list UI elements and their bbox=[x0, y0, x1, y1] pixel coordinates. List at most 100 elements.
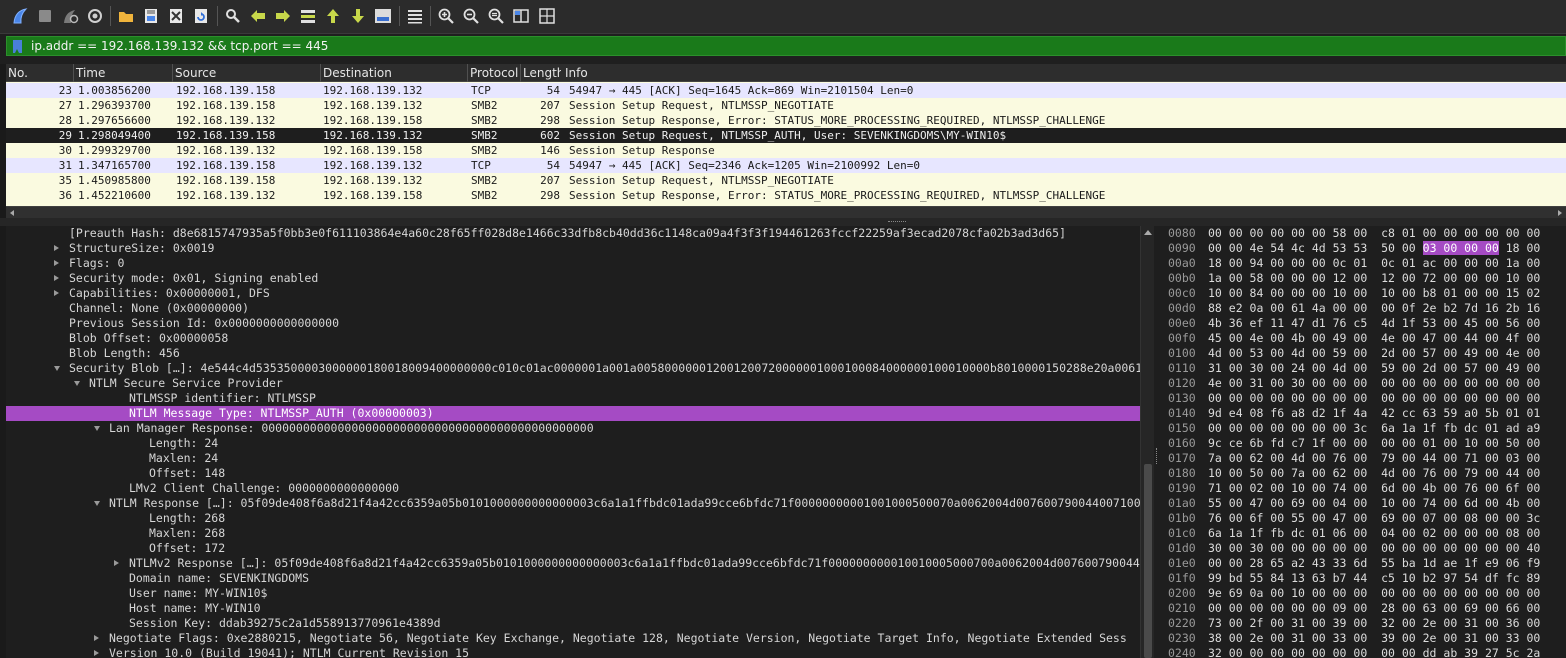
shark-fin-start-button[interactable] bbox=[10, 6, 30, 26]
detail-row[interactable]: NTLMSSP identifier: NTLMSSP bbox=[6, 391, 1140, 406]
details-vertical-scrollbar[interactable] bbox=[1140, 226, 1154, 658]
column-header-info[interactable]: Info bbox=[563, 64, 1553, 82]
expand-arrow-icon[interactable] bbox=[54, 260, 59, 266]
expand-subtrees-button[interactable] bbox=[537, 6, 557, 26]
detail-row[interactable]: Lan Manager Response: 000000000000000000… bbox=[6, 421, 1140, 436]
hex-row[interactable]: 00a0 18 00 94 00 00 00 0c 01 0c 01 ac 00 … bbox=[1160, 256, 1566, 271]
collapse-arrow-icon[interactable] bbox=[94, 501, 100, 506]
hex-row[interactable]: 0170 7a 00 62 00 4d 00 76 00 79 00 44 00 … bbox=[1160, 451, 1566, 466]
scroll-left-arrow-icon[interactable] bbox=[10, 210, 14, 216]
detail-row[interactable]: Security Blob […]: 4e544c4d5353500003000… bbox=[6, 361, 1140, 376]
expand-arrow-icon[interactable] bbox=[54, 245, 59, 251]
stop-capture-button[interactable] bbox=[35, 6, 55, 26]
zoom-normal-button[interactable] bbox=[486, 6, 506, 26]
go-back-button[interactable] bbox=[248, 6, 268, 26]
hex-row[interactable]: 0110 31 00 30 00 24 00 4d 00 59 00 2d 00 … bbox=[1160, 361, 1566, 376]
detail-row[interactable]: StructureSize: 0x0019 bbox=[6, 241, 1140, 256]
hex-row[interactable]: 01f0 99 bd 55 84 13 63 b7 44 c5 10 b2 97 … bbox=[1160, 571, 1566, 586]
capture-options-button[interactable] bbox=[85, 6, 105, 26]
detail-row[interactable]: NTLMv2 Response […]: 05f09de408f6a8d21f4… bbox=[6, 556, 1140, 571]
pane-splitter-horizontal[interactable] bbox=[0, 218, 1566, 226]
packet-list-horizontal-scrollbar[interactable] bbox=[6, 206, 1566, 218]
expand-arrow-icon[interactable] bbox=[94, 650, 99, 656]
go-first-packet-button[interactable] bbox=[323, 6, 343, 26]
detail-row[interactable]: User name: MY-WIN10$ bbox=[6, 586, 1140, 601]
packet-list[interactable]: No. Time Source Destination Protocol Len… bbox=[6, 64, 1566, 206]
detail-row[interactable]: Session Key: ddab39275c2a1d558913770961e… bbox=[6, 616, 1140, 631]
packet-row-23[interactable]: 23 1.003856200 192.168.139.158 192.168.139.… bbox=[6, 83, 1566, 98]
hex-row[interactable]: 01b0 76 00 6f 00 55 00 47 00 69 00 07 00 … bbox=[1160, 511, 1566, 526]
packet-row-31[interactable]: 31 1.347165700 192.168.139.158 192.168.139.… bbox=[6, 158, 1566, 173]
detail-row[interactable]: Offset: 148 bbox=[6, 466, 1140, 481]
packet-details-tree[interactable]: [Preauth Hash: d8e6815747935a5f0bb3e0f61… bbox=[6, 226, 1140, 658]
hex-row[interactable]: 0150 00 00 00 00 00 00 00 3c 6a 1a 1f fb … bbox=[1160, 421, 1566, 436]
column-header-protocol[interactable]: Protocol bbox=[468, 64, 521, 82]
display-filter-input[interactable]: ip.addr == 192.168.139.132 && tcp.port =… bbox=[31, 39, 328, 53]
hex-row[interactable]: 0090 00 00 4e 54 4c 4d 53 53 50 00 03 00 … bbox=[1160, 241, 1566, 256]
hex-row[interactable]: 0200 9e 69 0a 00 10 00 00 00 00 00 00 00 … bbox=[1160, 586, 1566, 601]
scrollbar-thumb[interactable] bbox=[1144, 464, 1152, 658]
packet-row-30[interactable]: 30 1.299329700 192.168.139.132 192.168.139.… bbox=[6, 143, 1566, 158]
resize-columns-button[interactable] bbox=[511, 6, 531, 26]
expand-arrow-icon[interactable] bbox=[54, 290, 59, 296]
collapse-arrow-icon[interactable] bbox=[54, 366, 60, 371]
packet-row-35[interactable]: 35 1.450985800 192.168.139.158 192.168.139.… bbox=[6, 173, 1566, 188]
hex-row[interactable]: 01d0 30 00 30 00 00 00 00 00 00 00 00 00 … bbox=[1160, 541, 1566, 556]
column-header-no[interactable]: No. bbox=[6, 64, 74, 82]
detail-row[interactable]: Previous Session Id: 0x0000000000000000 bbox=[6, 316, 1140, 331]
detail-row[interactable]: Security mode: 0x01, Signing enabled bbox=[6, 271, 1140, 286]
hex-row[interactable]: 00e0 4b 36 ef 11 47 d1 76 c5 4d 1f 53 00 … bbox=[1160, 316, 1566, 331]
column-header-length[interactable]: Length bbox=[521, 64, 561, 82]
scroll-right-arrow-icon[interactable] bbox=[1558, 210, 1562, 216]
scroll-up-arrow-icon[interactable] bbox=[1144, 230, 1152, 235]
hex-row[interactable]: 0140 9d e4 08 f6 a8 d2 1f 4a 42 cc 63 59 … bbox=[1160, 406, 1566, 421]
packet-row-28[interactable]: 28 1.297656600 192.168.139.132 192.168.139.… bbox=[6, 113, 1566, 128]
detail-row[interactable]: Host name: MY-WIN10 bbox=[6, 601, 1140, 616]
detail-row[interactable]: Length: 268 bbox=[6, 511, 1140, 526]
detail-row[interactable]: Negotiate Flags: 0xe2880215, Negotiate 5… bbox=[6, 631, 1140, 646]
auto-scroll-button[interactable] bbox=[373, 6, 393, 26]
display-filter-bar[interactable]: ip.addr == 192.168.139.132 && tcp.port =… bbox=[6, 36, 1566, 56]
hex-row[interactable]: 0210 00 00 00 00 00 00 09 00 28 00 63 00 … bbox=[1160, 601, 1566, 616]
detail-row[interactable]: Domain name: SEVENKINGDOMS bbox=[6, 571, 1140, 586]
save-file-button[interactable] bbox=[141, 6, 161, 26]
zoom-in-button[interactable] bbox=[436, 6, 456, 26]
hex-row[interactable]: 0080 00 00 00 00 00 00 58 00 c8 01 00 00 … bbox=[1160, 226, 1566, 241]
restart-capture-button[interactable] bbox=[60, 6, 80, 26]
detail-row[interactable]: Offset: 172 bbox=[6, 541, 1140, 556]
colorize-button[interactable] bbox=[405, 6, 425, 26]
hex-row[interactable]: 0160 9c ce 6b fd c7 1f 00 00 00 00 01 00 … bbox=[1160, 436, 1566, 451]
detail-row[interactable]: Blob Offset: 0x00000058 bbox=[6, 331, 1140, 346]
column-header-time[interactable]: Time bbox=[74, 64, 173, 82]
hex-row[interactable]: 00f0 45 00 4e 00 4b 00 49 00 4e 00 47 00 … bbox=[1160, 331, 1566, 346]
close-file-button[interactable] bbox=[166, 6, 186, 26]
detail-row[interactable]: Version 10.0 (Build 19041); NTLM Current… bbox=[6, 646, 1140, 658]
hex-row[interactable]: 00b0 1a 00 58 00 00 00 12 00 12 00 72 00 … bbox=[1160, 271, 1566, 286]
column-header-destination[interactable]: Destination bbox=[321, 64, 468, 82]
detail-row[interactable]: NTLM Secure Service Provider bbox=[6, 376, 1140, 391]
bookmark-icon[interactable] bbox=[13, 40, 22, 53]
detail-row[interactable]: NTLM Response […]: 05f09de408f6a8d21f4a4… bbox=[6, 496, 1140, 511]
detail-row[interactable]: NTLM Message Type: NTLMSSP_AUTH (0x00000… bbox=[6, 406, 1140, 421]
hex-row[interactable]: 0220 73 00 2f 00 31 00 39 00 32 00 2e 00 … bbox=[1160, 616, 1566, 631]
go-to-packet-button[interactable] bbox=[298, 6, 318, 26]
go-forward-button[interactable] bbox=[273, 6, 293, 26]
column-header-source[interactable]: Source bbox=[173, 64, 321, 82]
detail-row[interactable]: Blob Length: 456 bbox=[6, 346, 1140, 361]
detail-row[interactable]: Capabilities: 0x00000001, DFS bbox=[6, 286, 1140, 301]
hex-row[interactable]: 0100 4d 00 53 00 4d 00 59 00 2d 00 57 00 … bbox=[1160, 346, 1566, 361]
detail-row[interactable]: Length: 24 bbox=[6, 436, 1140, 451]
zoom-out-button[interactable] bbox=[461, 6, 481, 26]
hex-row[interactable]: 01c0 6a 1a 1f fb dc 01 06 00 04 00 02 00 … bbox=[1160, 526, 1566, 541]
collapse-arrow-icon[interactable] bbox=[74, 381, 80, 386]
expand-arrow-icon[interactable] bbox=[94, 635, 99, 641]
collapse-arrow-icon[interactable] bbox=[94, 426, 100, 431]
find-packet-button[interactable] bbox=[223, 6, 243, 26]
open-file-button[interactable] bbox=[116, 6, 136, 26]
hex-row[interactable]: 0240 32 00 00 00 00 00 00 00 00 00 dd ab … bbox=[1160, 646, 1566, 658]
reload-file-button[interactable] bbox=[191, 6, 211, 26]
hex-row[interactable]: 01e0 00 00 28 65 a2 43 33 6d 55 ba 1d ae … bbox=[1160, 556, 1566, 571]
packet-row-27[interactable]: 27 1.296393700 192.168.139.158 192.168.139.… bbox=[6, 98, 1566, 113]
packet-row-29[interactable]: 29 1.298049400 192.168.139.158 192.168.139.… bbox=[6, 128, 1566, 143]
detail-row[interactable]: LMv2 Client Challenge: 0000000000000000 bbox=[6, 481, 1140, 496]
